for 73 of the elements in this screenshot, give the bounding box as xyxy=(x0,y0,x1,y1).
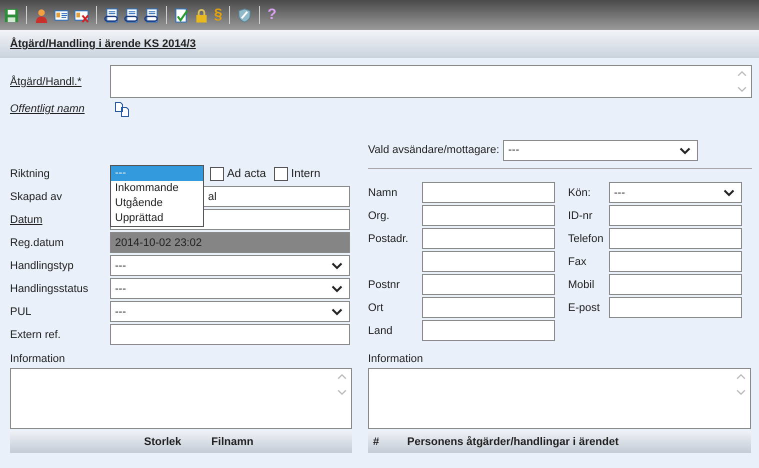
select-field[interactable]: --- xyxy=(110,301,350,322)
field-label: Org. xyxy=(368,210,390,222)
field-label[interactable]: Åtgärd/Handl.* xyxy=(10,76,110,88)
field-label: Postnr xyxy=(368,278,401,290)
save-icon[interactable] xyxy=(4,8,19,22)
section-label: Information xyxy=(10,353,66,367)
field-label: Vald avsändare/mottagare: xyxy=(368,144,500,156)
id-card-delete-icon[interactable] xyxy=(74,8,89,22)
field-label: Land xyxy=(368,324,394,336)
section-label: Information xyxy=(368,353,424,367)
select-field[interactable]: --- xyxy=(609,182,742,203)
action-textarea[interactable] xyxy=(110,65,752,98)
field-label: Reg.datum xyxy=(10,236,65,248)
input-field[interactable] xyxy=(422,320,555,341)
column-header[interactable]: Personens åtgärder/handlingar i ärendet xyxy=(407,436,619,448)
dropdown-option[interactable]: Upprättad xyxy=(111,211,203,226)
input-field[interactable] xyxy=(609,205,742,226)
field-label: Fax xyxy=(568,256,588,268)
document-check-icon[interactable] xyxy=(174,8,189,22)
input-field[interactable] xyxy=(110,324,350,345)
input-field[interactable] xyxy=(422,205,555,226)
field-label: Telefon xyxy=(568,232,604,244)
column-header[interactable]: # xyxy=(373,436,380,448)
chevron-down-icon[interactable] xyxy=(679,146,692,154)
attachment-icon[interactable] xyxy=(124,8,139,22)
attachment-icon[interactable] xyxy=(104,8,119,22)
input-field[interactable] xyxy=(422,297,555,318)
input-field[interactable]: 2014-10-02 23:02 xyxy=(110,232,350,253)
copy-icon[interactable] xyxy=(114,101,130,117)
input-field[interactable] xyxy=(609,297,742,318)
field-label: Postadr. xyxy=(368,232,410,244)
chevron-down-icon[interactable] xyxy=(331,285,343,293)
id-card-icon[interactable] xyxy=(54,8,69,22)
select-field[interactable]: --- xyxy=(503,140,698,160)
chevron-down-icon[interactable] xyxy=(331,308,343,316)
checkbox[interactable] xyxy=(274,166,288,180)
select-field[interactable]: --- xyxy=(110,255,350,276)
field-label: PUL xyxy=(10,306,32,318)
input-field[interactable] xyxy=(422,228,555,249)
field-label: Handlingstyp xyxy=(10,260,75,272)
column-header[interactable]: Filnamn xyxy=(211,436,254,448)
field-label: Handlingsstatus xyxy=(10,282,90,294)
person-icon[interactable] xyxy=(34,8,49,22)
field-label: Extern ref. xyxy=(10,328,62,340)
input-field[interactable] xyxy=(609,274,742,295)
input-field[interactable] xyxy=(609,251,742,272)
attachment-icon[interactable] xyxy=(144,8,159,22)
column-header[interactable]: Storlek xyxy=(144,436,182,448)
input-field[interactable] xyxy=(609,228,742,249)
chevron-down-icon[interactable] xyxy=(723,189,735,197)
lock-icon[interactable] xyxy=(194,8,209,22)
field-label: Ort xyxy=(368,302,384,314)
information-textarea[interactable] xyxy=(368,368,751,429)
field-label: Mobil xyxy=(568,278,596,290)
field-label: Skapad av xyxy=(10,190,63,202)
form-title: Åtgärd/Handling i ärende KS 2014/3 xyxy=(10,38,196,50)
input-field[interactable] xyxy=(422,274,555,295)
checkbox-label: Ad acta xyxy=(227,168,266,180)
information-textarea[interactable] xyxy=(10,368,352,429)
field-label: Kön: xyxy=(568,186,592,198)
select-field[interactable]: --- xyxy=(110,278,350,299)
field-label: Riktning xyxy=(10,168,51,180)
shield-icon[interactable] xyxy=(237,8,252,22)
checkbox-label: Intern xyxy=(291,168,320,180)
field-label[interactable]: Offentligt namn xyxy=(10,103,110,115)
field-label[interactable]: Datum xyxy=(10,214,110,226)
input-field[interactable] xyxy=(422,182,555,203)
field-label: Namn xyxy=(368,186,398,198)
input-field[interactable] xyxy=(422,251,555,272)
field-label: E-post xyxy=(568,302,601,314)
chevron-down-icon[interactable] xyxy=(331,262,343,270)
field-label: ID-nr xyxy=(568,210,594,222)
checkbox[interactable] xyxy=(210,166,224,180)
